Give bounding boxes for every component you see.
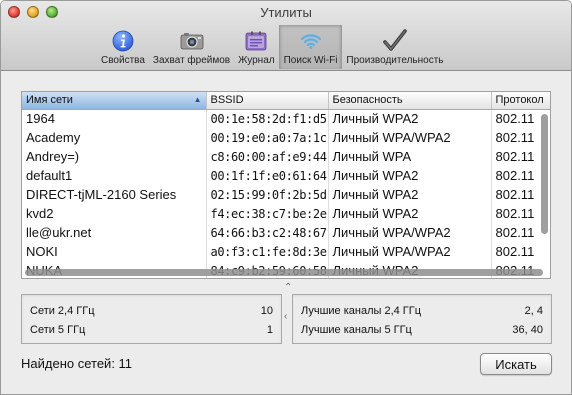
cell-bssid: 00:1f:1f:e0:61:64 <box>206 166 329 185</box>
toolbar: Свойства Захват фреймов Журнал Поиск Wi-… <box>97 25 447 69</box>
cell-bssid: c8:60:00:af:e9:44 <box>206 147 329 166</box>
camera-icon <box>179 29 205 53</box>
table-row[interactable]: kvd2 f4:ec:38:c7:be:2e Личный WPA2 802.11 <box>22 204 550 223</box>
cell-network-name: Andrey=) <box>22 147 207 166</box>
info-icon <box>110 29 136 53</box>
tab-wifi-scan-label: Поиск Wi-Fi <box>283 55 338 66</box>
cell-network-name: 1964 <box>22 109 207 128</box>
table-row[interactable]: NOKI a0:f3:c1:fe:8d:3e Личный WPA/WPA2 802.… <box>22 242 550 261</box>
stat-value: 36, 40 <box>512 324 543 336</box>
cell-network-name: lle@ukr.net <box>22 223 207 242</box>
cell-security: Личный WPA2 <box>328 185 492 204</box>
log-icon <box>243 29 269 53</box>
cell-network-name: DIRECT-tjML-2160 Series <box>22 185 207 204</box>
tab-wifi-scan[interactable]: Поиск Wi-Fi <box>278 25 343 69</box>
table-row[interactable]: 1964 00:1e:58:2d:f1:d5 Личный WPA2 802.11 <box>22 109 550 128</box>
column-network-name-label: Имя сети <box>26 94 73 107</box>
tab-properties-label: Свойства <box>101 55 145 66</box>
table-row[interactable]: default1 00:1f:1f:e0:61:64 Личный WPA2 802.… <box>22 166 550 185</box>
vertical-scrollbar[interactable] <box>541 114 548 234</box>
column-security[interactable]: Безопасность <box>328 92 492 110</box>
table-row[interactable]: Andrey=) c8:60:00:af:e9:44 Личный WPA 802.1… <box>22 147 550 166</box>
stat-value: 10 <box>260 305 273 317</box>
wifi-icon <box>298 29 324 53</box>
sort-ascending-icon: ▲ <box>193 95 202 105</box>
stat-row: Лучшие каналы 2,4 ГГц 2, 4 <box>301 305 543 319</box>
tab-log-label: Журнал <box>238 55 275 66</box>
tab-log[interactable]: Журнал <box>234 25 279 69</box>
stat-value: 2, 4 <box>524 305 543 317</box>
networks-table[interactable]: Имя сети ▲ BSSID Безопасность Протокол 19… <box>21 91 551 279</box>
cell-bssid: 02:15:99:0f:2b:5d <box>206 185 329 204</box>
tab-frame-capture-label: Захват фреймов <box>152 55 231 66</box>
stat-label: Сети 5 ГГц <box>30 324 86 336</box>
cell-security: Личный WPA2 <box>328 109 492 128</box>
horizontal-scrollbar[interactable] <box>25 269 543 276</box>
titlebar: Утилиты Свойства Захват фреймов Журнал П… <box>1 1 571 71</box>
cell-security: Личный WPA/WPA2 <box>328 242 492 261</box>
splitter-handle-left[interactable]: ‹ <box>284 311 287 322</box>
cell-bssid: 00:1e:58:2d:f1:d5 <box>206 109 329 128</box>
network-count-panel: Сети 2,4 ГГц 10 Сети 5 ГГц 1 <box>21 294 282 344</box>
cell-network-name: Academy <box>22 128 207 147</box>
table-header-row: Имя сети ▲ BSSID Безопасность Протокол <box>22 92 550 110</box>
tab-performance[interactable]: Производительность <box>342 25 447 69</box>
utilities-window: Утилиты Свойства Захват фреймов Журнал П… <box>0 0 572 395</box>
tab-performance-label: Производительность <box>346 55 444 66</box>
stat-label: Лучшие каналы 5 ГГц <box>301 324 412 336</box>
stat-row: Лучшие каналы 5 ГГц 36, 40 <box>301 324 543 338</box>
checkmark-icon <box>382 29 408 53</box>
stat-label: Лучшие каналы 2,4 ГГц <box>301 305 422 317</box>
table-row[interactable]: DIRECT-tjML-2160 Series 02:15:99:0f:2b:5d… <box>22 185 550 204</box>
stat-value: 1 <box>266 324 273 336</box>
best-channels-panel: Лучшие каналы 2,4 ГГц 2, 4 Лучшие каналы… <box>292 294 552 344</box>
cell-network-name: default1 <box>22 166 207 185</box>
cell-bssid: a0:f3:c1:fe:8d:3e <box>206 242 329 261</box>
column-network-name[interactable]: Имя сети ▲ <box>22 92 207 110</box>
cell-bssid: 00:19:e0:a0:7a:1c <box>206 128 329 147</box>
cell-security: Личный WPA/WPA2 <box>328 223 492 242</box>
cell-network-name: kvd2 <box>22 204 207 223</box>
cell-security: Личный WPA2 <box>328 204 492 223</box>
table-row[interactable]: Academy 00:19:e0:a0:7a:1c Личный WPA/WPA2 8… <box>22 128 550 147</box>
cell-protocol: 802.11 <box>491 242 550 261</box>
splitter-handle-top[interactable]: ⌃ <box>284 282 292 293</box>
networks-found-label: Найдено сетей: 11 <box>21 356 133 371</box>
tab-frame-capture[interactable]: Захват фреймов <box>149 25 234 69</box>
cell-bssid: 64:66:b3:c2:48:67 <box>206 223 329 242</box>
tab-properties[interactable]: Свойства <box>97 25 149 69</box>
cell-security: Личный WPA <box>328 147 492 166</box>
cell-network-name: NOKI <box>22 242 207 261</box>
column-protocol[interactable]: Протокол <box>491 92 550 110</box>
window-title: Утилиты <box>260 5 312 20</box>
stat-row: Сети 2,4 ГГц 10 <box>30 305 273 319</box>
table-row[interactable]: lle@ukr.net 64:66:b3:c2:48:67 Личный WPA/W… <box>22 223 550 242</box>
column-bssid[interactable]: BSSID <box>206 92 329 110</box>
stat-label: Сети 2,4 ГГц <box>30 305 95 317</box>
cell-bssid: f4:ec:38:c7:be:2e <box>206 204 329 223</box>
stat-row: Сети 5 ГГц 1 <box>30 324 273 338</box>
cell-security: Личный WPA/WPA2 <box>328 128 492 147</box>
cell-security: Личный WPA2 <box>328 166 492 185</box>
search-button[interactable]: Искать <box>480 353 552 375</box>
